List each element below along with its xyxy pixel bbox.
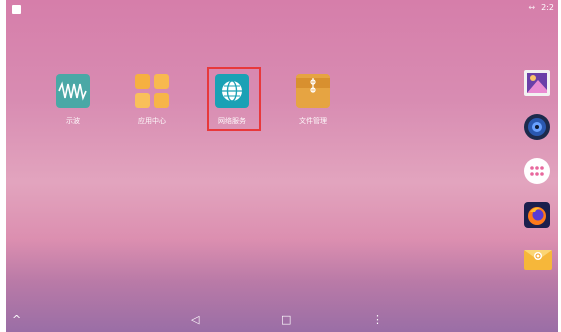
back-button[interactable]: ◁ bbox=[191, 313, 199, 326]
waveform-icon bbox=[56, 74, 90, 108]
android-desktop: ↔ 2:2 示波 应用中心 网络服务 文件管理 ^ ◁ □ ⋮ bbox=[6, 0, 558, 332]
navigation-bar: ^ ◁ □ ⋮ bbox=[6, 304, 558, 332]
chevron-up-icon[interactable]: ^ bbox=[12, 313, 21, 326]
app-label: 文件管理 bbox=[299, 117, 327, 125]
folder-icon bbox=[296, 74, 330, 108]
status-right: ↔ 2:2 bbox=[528, 3, 554, 12]
app-app-center[interactable]: 应用中心 bbox=[122, 74, 182, 126]
app-label: 应用中心 bbox=[138, 117, 166, 125]
app-file-manager[interactable]: 文件管理 bbox=[283, 74, 343, 126]
app-drawer-icon[interactable] bbox=[522, 156, 554, 188]
email-icon[interactable] bbox=[522, 242, 554, 274]
status-time: 2:2 bbox=[541, 3, 554, 12]
app-label: 示波 bbox=[66, 117, 80, 125]
firefox-icon[interactable] bbox=[522, 200, 554, 232]
home-button[interactable]: □ bbox=[281, 313, 291, 326]
notification-icon bbox=[12, 5, 21, 14]
app-oscilloscope[interactable]: 示波 bbox=[43, 74, 103, 126]
network-activity-icon: ↔ bbox=[528, 3, 536, 12]
menu-button[interactable]: ⋮ bbox=[372, 313, 383, 326]
selection-highlight bbox=[207, 67, 261, 131]
app-grid-icon bbox=[135, 74, 169, 108]
speaker-icon[interactable] bbox=[522, 112, 554, 144]
status-bar: ↔ 2:2 bbox=[6, 0, 558, 18]
gallery-icon[interactable] bbox=[522, 68, 554, 100]
